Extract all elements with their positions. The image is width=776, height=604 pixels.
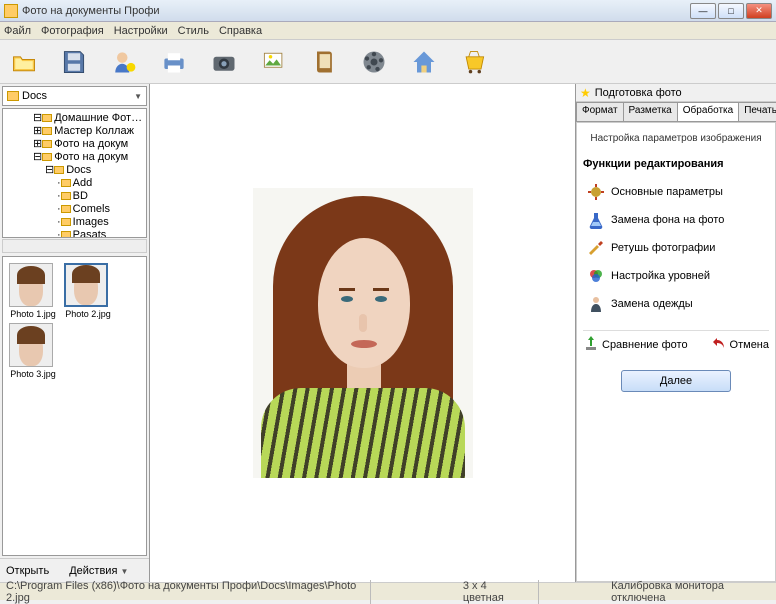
menu-settings[interactable]: Настройки [114,25,168,37]
item-retouch[interactable]: Ретушь фотографии [583,234,769,262]
menu-file[interactable]: Файл [4,25,31,37]
compare-button[interactable]: Сравнение фото [583,335,688,354]
menubar: Файл Фотография Настройки Стиль Справка [0,22,776,40]
star-icon: ★ [580,86,591,100]
panel-subtitle: Настройка параметров изображения [583,129,769,154]
person-suit-icon [587,295,605,313]
thumbnail-2[interactable]: Photo 2.jpg [64,263,112,319]
photo-preview [253,188,473,478]
tab-layout[interactable]: Разметка [623,102,678,121]
folder-tree[interactable]: ⊟ Домашние Фот… ⊞ Мастер Коллаж ⊞ Фото н… [2,108,147,238]
compare-icon [583,335,599,354]
toolbar-save-icon[interactable] [58,46,90,78]
toolbar-person-icon[interactable] [108,46,140,78]
rgb-circles-icon [587,267,605,285]
folder-icon [7,91,19,101]
item-levels[interactable]: Настройка уровней [583,262,769,290]
window-title: Фото на документы Профи [22,5,690,17]
chevron-down-icon [120,565,128,577]
flask-icon [587,211,605,229]
brush-icon [587,239,605,257]
panel-title: Функции редактирования [583,154,769,178]
titlebar: Фото на документы Профи — □ ✕ [0,0,776,22]
right-panel-body: Настройка параметров изображения Функции… [576,122,776,582]
photo-canvas[interactable] [150,84,576,582]
minimize-button[interactable]: — [690,3,716,19]
toolbar-printer-icon[interactable] [158,46,190,78]
app-icon [4,4,18,18]
dropdown-label: Docs [22,90,47,102]
toolbar-camera-icon[interactable] [208,46,240,78]
gear-icon [587,183,605,201]
window-controls: — □ ✕ [690,3,772,19]
thumbnail-grid: Photo 1.jpg Photo 2.jpg Photo 3.jpg [2,256,147,556]
left-panel: Docs ⊟ Домашние Фот… ⊞ Мастер Коллаж ⊞ Ф… [0,84,150,582]
toolbar-book-icon[interactable] [308,46,340,78]
tab-process[interactable]: Обработка [677,102,739,121]
chevron-down-icon [134,90,142,102]
undo-icon [711,335,727,354]
tab-format[interactable]: Формат [576,102,624,121]
toolbar-reel-icon[interactable] [358,46,390,78]
main-content: Docs ⊟ Домашние Фот… ⊞ Мастер Коллаж ⊞ Ф… [0,84,776,582]
right-header-label: Подготовка фото [595,87,682,99]
right-tabs: Формат Разметка Обработка Печать [576,102,776,122]
maximize-button[interactable]: □ [718,3,744,19]
item-replace-bg[interactable]: Замена фона на фото [583,206,769,234]
toolbar-open-icon[interactable] [8,46,40,78]
status-bar: C:\Program Files (x86)\Фото на документы… [0,582,776,600]
menu-help[interactable]: Справка [219,25,262,37]
actions-dropdown[interactable]: Действия [69,565,128,577]
tree-scrollbar[interactable] [2,239,147,253]
menu-style[interactable]: Стиль [178,25,209,37]
panel-actions: Сравнение фото Отмена [583,330,769,358]
menu-photo[interactable]: Фотография [41,25,104,37]
right-panel-header: ★ Подготовка фото [576,84,776,102]
toolbar-image-icon[interactable] [258,46,290,78]
cancel-button[interactable]: Отмена [711,335,769,354]
toolbar [0,40,776,84]
toolbar-cart-icon[interactable] [458,46,490,78]
item-basic-params[interactable]: Основные параметры [583,178,769,206]
folder-dropdown[interactable]: Docs [2,86,147,106]
thumbnail-1[interactable]: Photo 1.jpg [9,263,57,319]
tab-print[interactable]: Печать [738,102,776,121]
next-button[interactable]: Далее [621,370,731,392]
toolbar-house-icon[interactable] [408,46,440,78]
close-button[interactable]: ✕ [746,3,772,19]
thumbnail-3[interactable]: Photo 3.jpg [9,323,57,379]
left-bottom-bar: Открыть Действия [0,558,149,582]
right-panel: ★ Подготовка фото Формат Разметка Обрабо… [576,84,776,582]
open-button[interactable]: Открыть [6,565,49,577]
item-clothes[interactable]: Замена одежды [583,290,769,318]
